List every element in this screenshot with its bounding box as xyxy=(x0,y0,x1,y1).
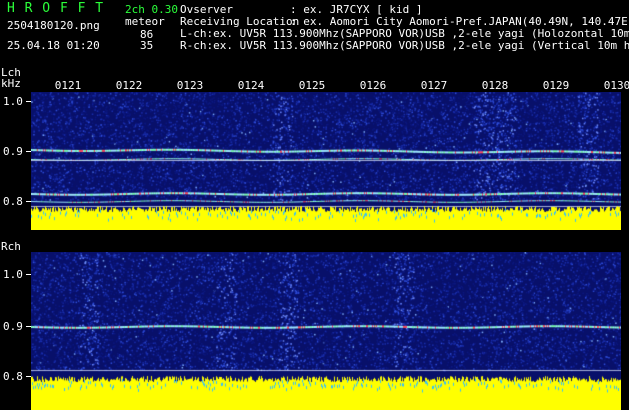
time-label: 0128 xyxy=(481,79,509,92)
datetime: 25.04.18 01:20 xyxy=(7,39,100,52)
lch-noise-field xyxy=(31,92,621,230)
lch-tick-label: 1.0 xyxy=(3,95,23,108)
location-label: Receiving Location xyxy=(180,15,300,28)
lch-tick-label: 0.8 xyxy=(3,195,23,208)
time-label: 0125 xyxy=(298,79,326,92)
time-label: 0123 xyxy=(176,79,204,92)
time-label: 0129 xyxy=(542,79,570,92)
lch-unit: kHz xyxy=(1,77,21,90)
time-label: 0122 xyxy=(115,79,143,92)
time-label: 0127 xyxy=(420,79,448,92)
rch-tick-label: 0.9 xyxy=(3,320,23,333)
location-value: : ex. Aomori City Aomori-Pref.JAPAN(40.4… xyxy=(290,15,629,28)
rch-tick-label: 0.8 xyxy=(3,370,23,383)
rch-spectrogram xyxy=(31,252,621,410)
rch-tick-label: 1.0 xyxy=(3,268,23,281)
rch-noise-field xyxy=(31,252,621,410)
lch-spectrogram xyxy=(31,92,621,230)
filename: 2504180120.png xyxy=(7,19,100,32)
count-r: 35 xyxy=(140,39,154,52)
rch-label: Rch xyxy=(1,240,21,253)
time-axis: 0121 0122 0123 0124 0125 0126 0127 0128 0129 0130 xyxy=(31,79,629,93)
mode-label: meteor xyxy=(125,15,165,28)
app-title: H R O F F T xyxy=(7,1,105,16)
time-label: 0130 xyxy=(603,79,629,92)
time-label: 0121 xyxy=(54,79,82,92)
lch-description: L-ch:ex. UV5R 113.900Mhz(SAPPORO VOR)USB… xyxy=(180,28,629,40)
lch-tick-label: 0.9 xyxy=(3,145,23,158)
time-label: 0126 xyxy=(359,79,387,92)
time-label: 0124 xyxy=(237,79,265,92)
rch-description: R-ch:ex. UV5R 113.900Mhz(SAPPORO VOR)USB… xyxy=(180,40,629,52)
